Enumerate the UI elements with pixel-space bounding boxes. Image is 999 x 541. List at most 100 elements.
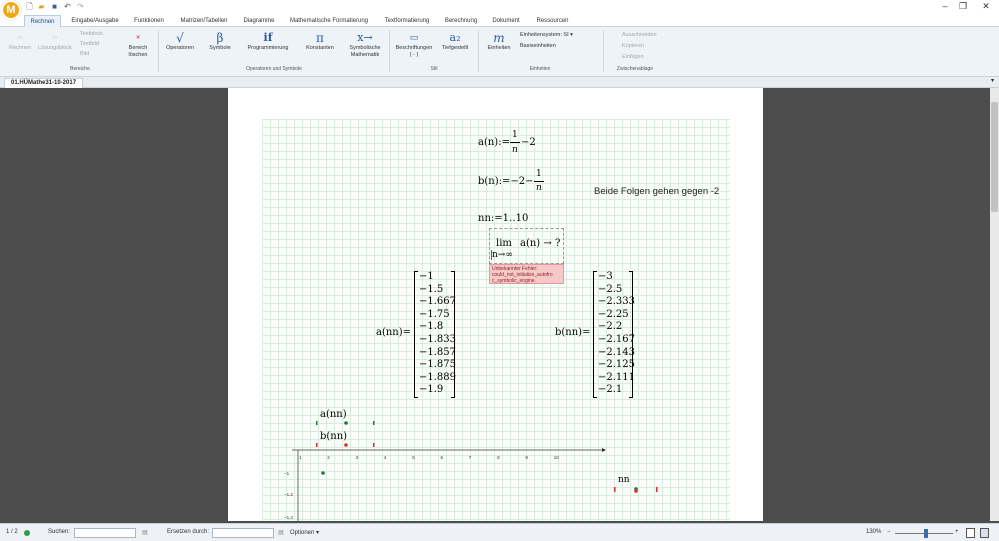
new-doc-icon[interactable]: 🗋: [25, 2, 34, 11]
chevron-down-icon: ▾: [316, 530, 320, 536]
x-tick-label: 4: [383, 455, 387, 460]
scrollbar-thumb[interactable]: [991, 102, 998, 212]
marker-b: [656, 487, 658, 492]
vertical-scrollbar[interactable]: [990, 88, 999, 521]
pi-icon: π: [316, 31, 324, 45]
x-tick-label: 6: [440, 455, 444, 460]
marker-b: [614, 487, 616, 492]
symbolische-mathematik-button[interactable]: x→ Symbolische Mathematik: [344, 31, 386, 59]
chevron-down-icon: ▾: [570, 32, 573, 38]
def-a-denominator: n: [512, 145, 518, 155]
def-b-lhs[interactable]: b(n):=−2−: [478, 176, 534, 187]
tab-berechnung[interactable]: Berechnung: [440, 15, 482, 27]
bereich-loeschen-button[interactable]: ✕ Bereich löschen: [121, 31, 155, 59]
einfuegen-button[interactable]: Einfügen: [622, 54, 644, 61]
operatoren-button[interactable]: √ Operatoren: [160, 31, 200, 52]
def-a-numerator: 1: [512, 130, 518, 140]
status-bar: 1 / 2 Suchen: ▤ Ersetzen durch: ▤ Option…: [0, 523, 999, 541]
tiefgestellt-button[interactable]: a₂ Tiefgestellt: [436, 31, 474, 52]
konstanten-button[interactable]: π Konstanten: [298, 31, 342, 52]
save-icon[interactable]: ■: [50, 2, 59, 11]
replace-input[interactable]: [212, 528, 274, 538]
legend-marker-a: [344, 421, 348, 425]
basiseinheiten-button[interactable]: Basiseinheiten: [520, 43, 556, 50]
tab-ressourcen[interactable]: Ressourcen: [530, 15, 575, 27]
tab-eingabe-ausgabe[interactable]: Eingabe/Ausgabe: [66, 15, 124, 27]
open-folder-icon[interactable]: ▰: [37, 2, 46, 11]
tab-diagramme[interactable]: Diagramme: [238, 15, 280, 27]
plot-area[interactable]: [262, 410, 702, 521]
tab-rechnen[interactable]: Rechnen: [24, 15, 61, 27]
einheiten-button[interactable]: m Einheiten: [482, 31, 516, 52]
beschriftungen-button[interactable]: ▭ Beschriftungen( - ): [392, 31, 436, 59]
group-label-operatoren: Operatoren und Symbole: [246, 66, 302, 72]
ribbon-separator: [158, 30, 159, 72]
replace-icon[interactable]: ▤: [278, 529, 284, 536]
y-tick-label: −1: [284, 471, 290, 476]
lim-subscript[interactable]: n→∞: [491, 250, 513, 260]
def-a-tail: −2: [521, 137, 536, 148]
undo-icon[interactable]: ↶: [63, 2, 72, 11]
ribbon-separator: [478, 30, 479, 72]
document-tab-bar: 01.HÜMathe31-10-2017 ▾: [0, 77, 999, 88]
zoom-in-button[interactable]: +: [955, 529, 959, 535]
replace-label: Ersetzen durch:: [167, 529, 210, 535]
x-tick-label: 3: [355, 455, 359, 460]
minimize-button[interactable]: –: [938, 1, 952, 12]
close-button[interactable]: ✕: [979, 1, 993, 12]
search-label: Suchen:: [48, 529, 71, 535]
legend-marker-b: [344, 443, 348, 447]
ribbon-tab-bar: Rechnen Eingabe/Ausgabe Funktionen Matri…: [0, 14, 999, 27]
page-view-icon[interactable]: [966, 528, 975, 538]
tab-funktionen[interactable]: Funktionen: [128, 15, 170, 27]
ausschneiden-button[interactable]: Ausschneiden: [622, 32, 657, 39]
einheitensystem-dropdown[interactable]: Einheitensystem: SI ▾: [520, 32, 592, 39]
title-bar: [0, 0, 999, 14]
lim-expression: a(n) → ?: [520, 238, 561, 249]
def-b-numerator: 1: [536, 169, 542, 179]
text-note[interactable]: Beide Folgen gehen gegen -2: [594, 186, 719, 197]
symbole-button[interactable]: β Symbole: [202, 31, 238, 52]
fraction-bar: [534, 181, 544, 182]
rechnen-button[interactable]: ▭ Rechnen: [6, 31, 34, 52]
search-next-icon[interactable]: ▤: [142, 529, 148, 536]
data-point-a: [321, 471, 325, 475]
left-bracket: [593, 271, 597, 398]
x-tick-label: 2: [327, 455, 330, 460]
tab-dokument[interactable]: Dokument: [487, 15, 525, 27]
x-tick-label: 10: [553, 455, 559, 460]
zoom-level[interactable]: 130%: [866, 529, 881, 535]
search-input[interactable]: [74, 528, 136, 538]
zoom-out-button[interactable]: −: [887, 529, 891, 535]
tab-mathematische-formatierung[interactable]: Mathematische Formatierung: [285, 15, 373, 27]
zoom-slider-thumb[interactable]: [924, 529, 928, 538]
programmierung-button[interactable]: if Programmierung: [240, 31, 296, 52]
legend-marker-a: [373, 421, 375, 425]
loesungsblock-button[interactable]: ▭ Lösungsblock: [36, 31, 74, 52]
unit-m-icon: m: [493, 31, 505, 45]
tab-matrizen-tabellen[interactable]: Matrizen/Tabellen: [175, 15, 233, 27]
x-tick-label: 7: [468, 455, 472, 460]
kopieren-button[interactable]: Kopieren: [622, 43, 644, 50]
range-definition[interactable]: nn:=1‥10: [478, 213, 528, 224]
a-vector-label[interactable]: a(nn)=: [376, 327, 411, 338]
sqrt-icon: √: [176, 31, 184, 45]
redo-icon[interactable]: ↷: [76, 2, 85, 11]
legend-marker-b: [373, 443, 375, 447]
b-vector-label[interactable]: b(nn)=: [555, 327, 590, 338]
tab-textformatierung[interactable]: Textformatierung: [378, 15, 436, 27]
bild-button[interactable]: Bild: [80, 51, 89, 58]
restore-button[interactable]: ❐: [956, 1, 970, 12]
app-logo[interactable]: M: [1, 0, 21, 20]
def-a-lhs[interactable]: a(n):=: [478, 137, 510, 148]
document-tab[interactable]: 01.HÜMathe31-10-2017: [4, 78, 84, 88]
draft-view-icon[interactable]: [980, 528, 989, 538]
options-dropdown[interactable]: Optionen ▾: [290, 529, 319, 536]
group-label-bereiche: Bereiche: [70, 66, 90, 72]
marker-b: [634, 489, 638, 493]
collapse-icon[interactable]: ▾: [991, 77, 994, 84]
textblock-button[interactable]: Textblock: [80, 31, 103, 38]
textfeld-button[interactable]: Textfeld: [80, 41, 99, 48]
x-tick-label: 8: [497, 455, 500, 460]
right-bracket: [451, 271, 455, 398]
